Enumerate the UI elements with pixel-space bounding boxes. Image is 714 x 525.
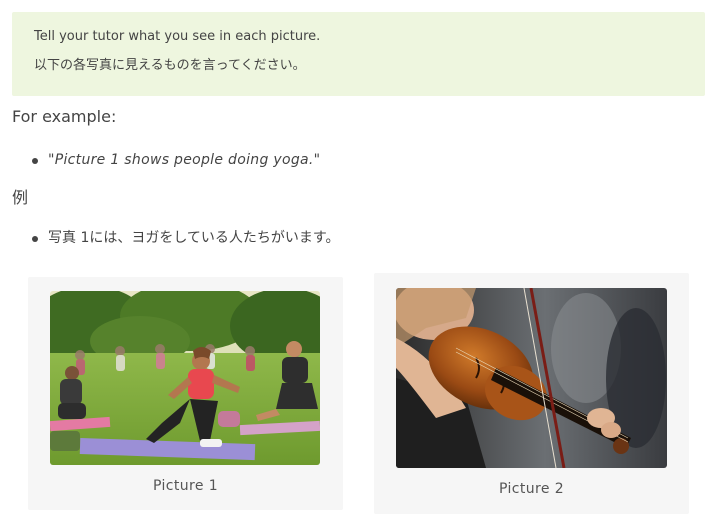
page: Tell your tutor what you see in each pic… [0,0,714,525]
instruction-box: Tell your tutor what you see in each pic… [12,12,705,96]
example-heading: For example: [12,107,117,126]
yoga-photo[interactable] [50,291,320,465]
rei-list: 写真 1には、ヨガをしている人たちがいます。 [30,228,340,248]
violin-photo-image [396,288,667,468]
instruction-japanese: 以下の各写真に見えるものを言ってください。 [34,58,306,73]
picture-1-caption: Picture 1 [152,478,219,494]
instruction-english: Tell your tutor what you see in each pic… [34,29,321,44]
rei-item: 写真 1には、ヨガをしている人たちがいます。 [30,228,340,248]
example-list: "Picture 1 shows people doing yoga." [30,150,320,170]
violin-photo[interactable] [396,288,667,468]
picture-2-caption: Picture 2 [498,481,565,497]
yoga-photo-image [50,291,320,465]
rei-heading: 例 [12,188,29,207]
picture-card-1: Picture 1 [28,277,343,510]
picture-card-2: Picture 2 [374,273,689,514]
example-item: "Picture 1 shows people doing yoga." [30,150,320,170]
